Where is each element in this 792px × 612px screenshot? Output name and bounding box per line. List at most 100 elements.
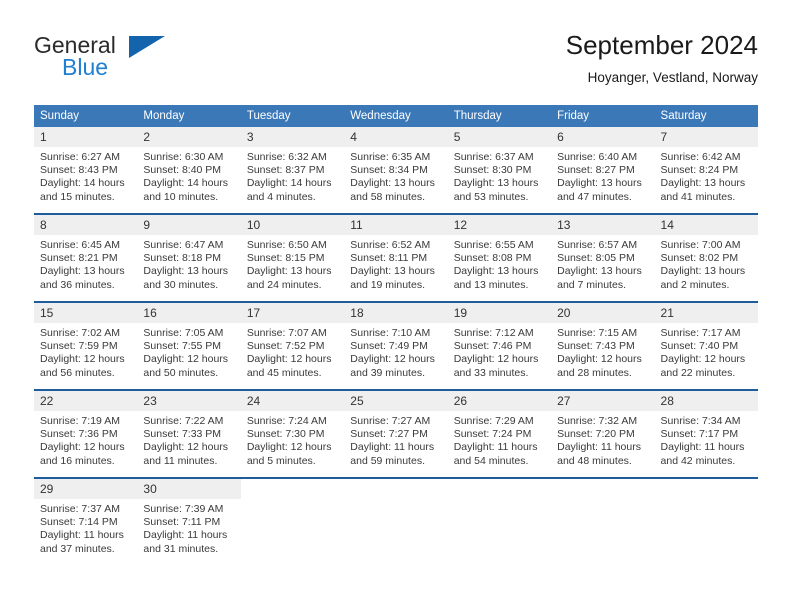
sunset-text: Sunset: 7:30 PM <box>246 428 325 441</box>
sunset-text: Sunset: 8:21 PM <box>40 252 118 265</box>
empty-day-detail-cell <box>447 499 552 565</box>
day-detail-cell: Sunrise: 7:27 AM Sunset: 7:27 PM Daylight:… <box>344 411 448 477</box>
day-number-cell[interactable]: 29 <box>34 479 138 499</box>
sunrise-text: Sunrise: 7:39 AM <box>143 503 224 515</box>
daylight-text-line2: and 22 minutes. <box>660 366 736 379</box>
sunrise-text: Sunrise: 6:30 AM <box>143 151 224 163</box>
sunrise-text: Sunrise: 6:55 AM <box>453 239 534 251</box>
sunrise-text: Sunrise: 6:50 AM <box>246 239 327 251</box>
sunset-text: Sunset: 8:34 PM <box>350 164 428 177</box>
sunset-text: Sunset: 7:52 PM <box>246 340 325 353</box>
day-number-cell[interactable]: 4 <box>344 127 448 147</box>
daylight-text-line2: and 47 minutes. <box>557 190 632 203</box>
sunset-text: Sunset: 7:46 PM <box>453 340 532 353</box>
day-detail-cell: Sunrise: 7:19 AM Sunset: 7:36 PM Daylight:… <box>34 411 138 477</box>
day-number-cell[interactable]: 25 <box>344 391 448 411</box>
day-detail-cell: Sunrise: 6:50 AM Sunset: 8:15 PM Daylight:… <box>240 235 345 301</box>
day-number-cell[interactable]: 27 <box>551 391 655 411</box>
daylight-text-line1: Daylight: 12 hours <box>143 441 229 454</box>
daylight-text-line1: Daylight: 13 hours <box>557 177 642 190</box>
daylight-text-line1: Daylight: 12 hours <box>557 353 642 366</box>
day-number-cell[interactable]: 20 <box>551 303 655 323</box>
sunset-text: Sunset: 8:27 PM <box>557 164 635 177</box>
day-detail-cell: Sunrise: 6:37 AM Sunset: 8:30 PM Daylight:… <box>447 147 552 213</box>
day-number-cell[interactable]: 19 <box>447 303 552 323</box>
weekday-header-wednesday: Wednesday <box>344 105 448 127</box>
weekday-header-friday: Friday <box>551 105 655 127</box>
day-number-cell[interactable]: 30 <box>137 479 241 499</box>
sunrise-text: Sunrise: 6:32 AM <box>246 151 327 163</box>
day-detail-cell: Sunrise: 7:24 AM Sunset: 7:30 PM Daylight:… <box>240 411 345 477</box>
day-number-cell[interactable]: 3 <box>240 127 345 147</box>
day-number-cell[interactable]: 28 <box>654 391 758 411</box>
week-detail-row: Sunrise: 6:27 AM Sunset: 8:43 PM Daylight:… <box>34 147 758 213</box>
day-number-cell[interactable]: 16 <box>137 303 241 323</box>
weekday-header-monday: Monday <box>137 105 241 127</box>
daylight-text-line2: and 50 minutes. <box>143 366 219 379</box>
day-number-cell[interactable]: 18 <box>344 303 448 323</box>
day-number-cell[interactable]: 6 <box>551 127 655 147</box>
weekday-header-sunday: Sunday <box>34 105 138 127</box>
day-detail-cell: Sunrise: 6:47 AM Sunset: 8:18 PM Daylight:… <box>137 235 241 301</box>
day-number-cell[interactable]: 2 <box>137 127 241 147</box>
day-number-cell[interactable]: 17 <box>240 303 345 323</box>
daylight-text-line1: Daylight: 12 hours <box>40 353 125 366</box>
day-number-cell[interactable]: 7 <box>654 127 758 147</box>
day-number-cell[interactable]: 1 <box>34 127 138 147</box>
day-number-cell[interactable]: 14 <box>654 215 758 235</box>
empty-day-cell <box>344 479 448 499</box>
day-number-cell[interactable]: 11 <box>344 215 448 235</box>
empty-day-cell <box>447 479 552 499</box>
sunset-text: Sunset: 8:02 PM <box>660 252 739 265</box>
sunrise-text: Sunrise: 7:02 AM <box>40 327 120 339</box>
sunset-text: Sunset: 8:05 PM <box>557 252 635 265</box>
daylight-text-line2: and 37 minutes. <box>40 542 115 555</box>
day-number-cell[interactable]: 24 <box>240 391 345 411</box>
day-number-cell[interactable]: 10 <box>240 215 345 235</box>
day-detail-cell: Sunrise: 7:34 AM Sunset: 7:17 PM Daylight:… <box>654 411 758 477</box>
day-detail-cell: Sunrise: 7:22 AM Sunset: 7:33 PM Daylight:… <box>137 411 241 477</box>
day-number-cell[interactable]: 26 <box>447 391 552 411</box>
day-number-cell[interactable]: 15 <box>34 303 138 323</box>
empty-day-cell <box>240 479 345 499</box>
sunset-text: Sunset: 8:24 PM <box>660 164 739 177</box>
daylight-text-line1: Daylight: 11 hours <box>453 441 538 454</box>
week-daynumber-row: 22 23 24 25 26 27 28 <box>34 391 758 411</box>
day-number-cell[interactable]: 8 <box>34 215 138 235</box>
daylight-text-line2: and 24 minutes. <box>246 278 322 291</box>
day-detail-cell: Sunrise: 7:15 AM Sunset: 7:43 PM Daylight:… <box>551 323 655 389</box>
day-number-cell[interactable]: 21 <box>654 303 758 323</box>
daylight-text-line1: Daylight: 12 hours <box>350 353 435 366</box>
sunrise-text: Sunrise: 7:29 AM <box>453 415 534 427</box>
daylight-text-line2: and 56 minutes. <box>40 366 115 379</box>
sunrise-text: Sunrise: 6:42 AM <box>660 151 741 163</box>
day-detail-cell: Sunrise: 6:55 AM Sunset: 8:08 PM Daylight:… <box>447 235 552 301</box>
day-number-cell[interactable]: 23 <box>137 391 241 411</box>
day-number-cell[interactable]: 13 <box>551 215 655 235</box>
daylight-text-line2: and 28 minutes. <box>557 366 632 379</box>
sunrise-text: Sunrise: 7:15 AM <box>557 327 638 339</box>
sunrise-text: Sunrise: 7:37 AM <box>40 503 120 515</box>
daylight-text-line2: and 19 minutes. <box>350 278 425 291</box>
weekday-header-tuesday: Tuesday <box>240 105 345 127</box>
empty-day-cell <box>654 479 758 499</box>
sunrise-text: Sunrise: 6:52 AM <box>350 239 431 251</box>
day-detail-cell: Sunrise: 6:42 AM Sunset: 8:24 PM Daylight:… <box>654 147 758 213</box>
daylight-text-line2: and 45 minutes. <box>246 366 322 379</box>
day-number-cell[interactable]: 12 <box>447 215 552 235</box>
daylight-text-line2: and 31 minutes. <box>143 542 219 555</box>
day-detail-cell: Sunrise: 7:02 AM Sunset: 7:59 PM Daylight:… <box>34 323 138 389</box>
daylight-text-line1: Daylight: 12 hours <box>143 353 229 366</box>
daylight-text-line2: and 30 minutes. <box>143 278 219 291</box>
day-detail-cell: Sunrise: 6:45 AM Sunset: 8:21 PM Daylight:… <box>34 235 138 301</box>
day-detail-cell: Sunrise: 7:29 AM Sunset: 7:24 PM Daylight:… <box>447 411 552 477</box>
calendar-table: Sunday Monday Tuesday Wednesday Thursday… <box>34 105 758 565</box>
daylight-text-line2: and 2 minutes. <box>660 278 730 291</box>
daylight-text-line1: Daylight: 13 hours <box>350 177 435 190</box>
day-number-cell[interactable]: 9 <box>137 215 241 235</box>
sunrise-text: Sunrise: 6:57 AM <box>557 239 638 251</box>
page-title: September 2024 <box>565 30 758 60</box>
day-number-cell[interactable]: 5 <box>447 127 552 147</box>
day-number-cell[interactable]: 22 <box>34 391 138 411</box>
day-detail-cell: Sunrise: 7:10 AM Sunset: 7:49 PM Daylight:… <box>344 323 448 389</box>
